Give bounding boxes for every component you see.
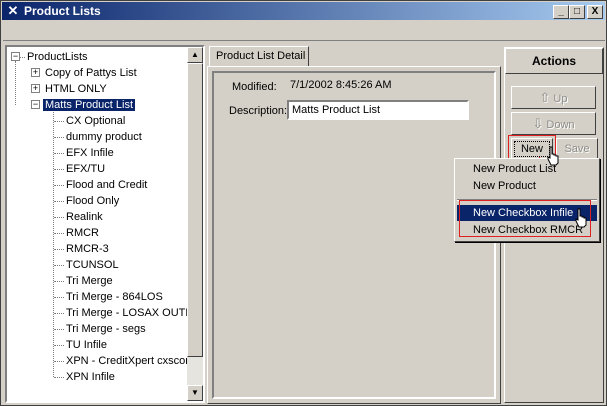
scroll-down-icon[interactable]: ▼ bbox=[187, 385, 203, 401]
tree-item-product[interactable]: XPN Infile bbox=[64, 369, 117, 385]
tree-item-product[interactable]: Tri Merge - LOSAX OUTF bbox=[64, 305, 194, 321]
tree-line bbox=[15, 61, 16, 105]
tree-line bbox=[54, 217, 64, 218]
expand-icon[interactable]: + bbox=[31, 84, 40, 93]
tree-item-product[interactable]: Flood and Credit bbox=[64, 177, 149, 193]
hand-cursor-icon bbox=[575, 208, 587, 228]
tree-item-product[interactable]: Tri Merge - 864LOS bbox=[64, 289, 165, 305]
tree-item-product[interactable]: RMCR-3 bbox=[64, 241, 111, 257]
scroll-thumb[interactable] bbox=[187, 63, 203, 357]
tree-line bbox=[54, 329, 64, 330]
tree-line bbox=[54, 233, 64, 234]
tree-item-product[interactable]: XPN - CreditXpert cxscore bbox=[64, 353, 197, 369]
minimize-button[interactable]: _ bbox=[553, 5, 569, 19]
collapse-icon[interactable]: − bbox=[31, 100, 40, 109]
tree-line bbox=[54, 377, 64, 378]
save-button[interactable]: Save bbox=[556, 138, 598, 160]
tree-line bbox=[54, 249, 64, 250]
tree-line bbox=[53, 105, 54, 377]
tree-root[interactable]: ProductLists bbox=[25, 49, 90, 65]
tree-line bbox=[54, 169, 64, 170]
expand-icon[interactable]: + bbox=[31, 68, 40, 77]
menu-item-new-product-list[interactable]: New Product List bbox=[457, 161, 597, 177]
tree-line bbox=[54, 201, 64, 202]
tree-item-product[interactable]: Realink bbox=[64, 209, 105, 225]
tree-line bbox=[54, 361, 64, 362]
tree-line bbox=[54, 297, 64, 298]
tree-item-product[interactable]: TCUNSOL bbox=[64, 257, 121, 273]
tree-line bbox=[54, 313, 64, 314]
tree-scrollbar[interactable]: ▲ ▼ bbox=[187, 47, 203, 401]
actions-header: Actions bbox=[505, 48, 603, 74]
description-input[interactable] bbox=[287, 100, 469, 120]
window-title: Product Lists bbox=[24, 4, 101, 18]
menu-item-new-product[interactable]: New Product bbox=[457, 178, 597, 194]
tree-item-product[interactable]: Tri Merge bbox=[64, 273, 115, 289]
arrow-up-icon: ⇧ bbox=[539, 90, 551, 105]
description-label: Description: bbox=[229, 105, 288, 117]
hand-cursor-icon bbox=[547, 146, 559, 166]
product-lists-window: ✕ Product Lists _ □ X − ProductLists + C… bbox=[0, 0, 607, 406]
tab-product-list-detail[interactable]: Product List Detail bbox=[209, 46, 309, 67]
tree-line bbox=[54, 345, 64, 346]
tree-line bbox=[54, 137, 64, 138]
tree-item-product[interactable]: TU Infile bbox=[64, 337, 109, 353]
tree-line bbox=[54, 185, 64, 186]
up-button[interactable]: ⇧ Up bbox=[511, 86, 596, 109]
menu-separator bbox=[457, 199, 597, 201]
tree-line bbox=[54, 153, 64, 154]
tree-item-copy-of-pattys-list[interactable]: Copy of Pattys List bbox=[43, 65, 139, 81]
new-context-menu: New Product List New Product New Checkbo… bbox=[454, 158, 600, 242]
product-list-tree[interactable]: − ProductLists + Copy of Pattys List + H… bbox=[5, 45, 205, 403]
maximize-button[interactable]: □ bbox=[569, 5, 585, 19]
tree-item-html-only[interactable]: HTML ONLY bbox=[43, 81, 109, 97]
scroll-up-icon[interactable]: ▲ bbox=[187, 47, 203, 63]
tree-item-product[interactable]: EFX/TU bbox=[64, 161, 107, 177]
modified-value: 7/1/2002 8:45:26 AM bbox=[290, 79, 392, 91]
tree-item-product[interactable]: Flood Only bbox=[64, 193, 121, 209]
arrow-down-icon: ⇩ bbox=[532, 116, 544, 131]
tree-line bbox=[54, 281, 64, 282]
close-button[interactable]: X bbox=[587, 5, 603, 19]
tree-line bbox=[54, 265, 64, 266]
title-bar[interactable]: ✕ Product Lists _ □ X bbox=[2, 2, 605, 20]
collapse-root-icon[interactable]: − bbox=[11, 52, 20, 61]
tree-item-product[interactable]: CX Optional bbox=[64, 113, 127, 129]
tree-item-product[interactable]: Tri Merge - segs bbox=[64, 321, 148, 337]
tree-line bbox=[54, 121, 64, 122]
tree-item-product[interactable]: dummy product bbox=[64, 129, 144, 145]
app-icon: ✕ bbox=[7, 3, 19, 18]
tree-item-product[interactable]: EFX Infile bbox=[64, 145, 116, 161]
toolbar-strip bbox=[3, 23, 605, 41]
modified-label: Modified: bbox=[232, 81, 277, 93]
tree-item-matts-product-list[interactable]: Matts Product List bbox=[41, 97, 137, 113]
tree-item-product[interactable]: RMCR bbox=[64, 225, 101, 241]
down-button[interactable]: ⇩ Down bbox=[511, 112, 596, 135]
